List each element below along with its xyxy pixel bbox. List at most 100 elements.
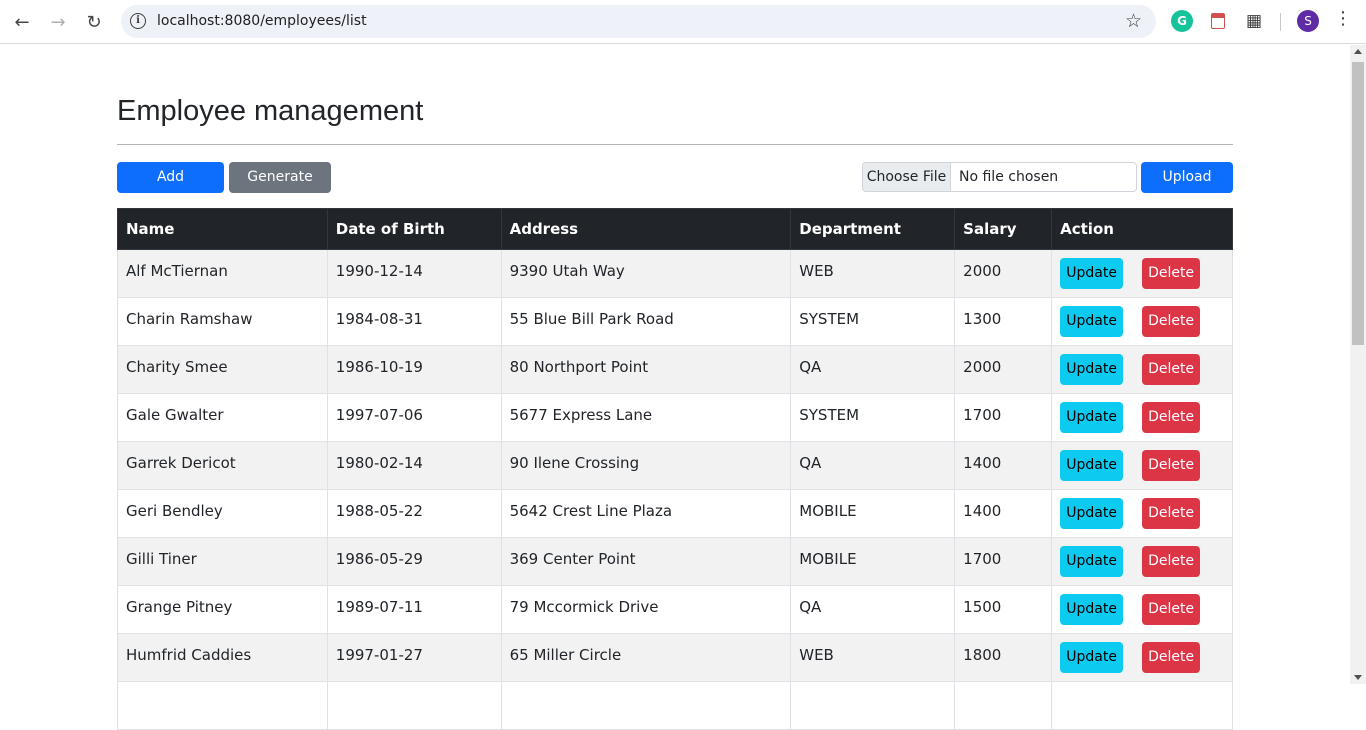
cell-department: MOBILE (790, 489, 956, 538)
extensions-puzzle-icon[interactable]: ▦ (1243, 10, 1265, 32)
bookmark-star-icon[interactable]: ☆ (1125, 10, 1142, 32)
choose-file-button[interactable]: Choose File (863, 163, 951, 191)
table-row: Charity Smee 1986-10-19 80 Northport Point… (117, 345, 1233, 394)
scrollbar-thumb[interactable] (1352, 62, 1364, 345)
delete-button[interactable]: Delete (1142, 306, 1201, 337)
cell-salary: 1700 (954, 393, 1053, 442)
cell-date-of-birth: 1988-05-22 (326, 489, 502, 538)
pdf-extension-icon[interactable] (1207, 10, 1229, 32)
cell-name: Alf McTiernan (117, 249, 328, 298)
table-row: Humfrid Caddies 1997-01-27 65 Miller Circl… (117, 633, 1233, 682)
scroll-down-arrow-icon[interactable] (1354, 675, 1362, 680)
delete-button[interactable]: Delete (1142, 498, 1201, 529)
cell-address: 90 Ilene Crossing (500, 441, 792, 490)
cell-date-of-birth: 1997-01-27 (326, 633, 502, 682)
cell-name: Garrek Dericot (117, 441, 328, 490)
upload-csv-button[interactable]: Upload CSV (1141, 162, 1233, 216)
cell-address: 55 Blue Bill Park Road (500, 297, 792, 346)
header-salary: Salary (954, 208, 1053, 250)
cell-department: WEB (790, 249, 956, 298)
update-button[interactable]: Update (1060, 402, 1124, 433)
cell-actions: Update Delete (1051, 441, 1233, 490)
address-bar[interactable]: i localhost:8080/employees/list ☆ (121, 5, 1156, 38)
cell-date-of-birth (326, 681, 502, 730)
cell-name: Gilli Tiner (117, 537, 328, 586)
table-row: Grange Pitney 1989-07-11 79 Mccormick Driv… (117, 585, 1233, 634)
cell-name: Charin Ramshaw (117, 297, 328, 346)
header-department: Department (790, 208, 956, 250)
cell-actions: Update Delete (1051, 249, 1233, 298)
csv-file-input[interactable]: Choose File No file chosen (862, 162, 1137, 192)
update-button[interactable]: Update (1060, 306, 1124, 337)
cell-department: SYSTEM (790, 393, 956, 442)
generate-pdf-button[interactable]: Generate PDF (229, 162, 331, 216)
update-button[interactable]: Update (1060, 354, 1124, 385)
cell-department: MOBILE (790, 537, 956, 586)
cell-date-of-birth: 1997-07-06 (326, 393, 502, 442)
update-button[interactable]: Update (1060, 594, 1124, 625)
delete-button[interactable]: Delete (1142, 594, 1201, 625)
cell-salary: 1400 (954, 489, 1053, 538)
delete-button[interactable]: Delete (1142, 354, 1201, 385)
delete-button[interactable]: Delete (1142, 258, 1201, 289)
back-icon[interactable]: ← (7, 7, 37, 37)
cell-date-of-birth: 1990-12-14 (326, 249, 502, 298)
cell-name: Gale Gwalter (117, 393, 328, 442)
forward-icon[interactable]: → (43, 7, 73, 37)
delete-button[interactable]: Delete (1142, 546, 1201, 577)
cell-salary: 2000 (954, 249, 1053, 298)
profile-avatar[interactable]: S (1297, 10, 1319, 32)
update-button[interactable]: Update (1060, 450, 1124, 481)
cell-salary: 1500 (954, 585, 1053, 634)
header-action: Action (1051, 208, 1233, 250)
site-info-icon[interactable]: i (130, 13, 146, 29)
cell-department: QA (790, 441, 956, 490)
cell-name (117, 681, 328, 730)
cell-salary (954, 681, 1053, 730)
grammarly-extension-icon[interactable]: G (1171, 10, 1193, 32)
table-row: Garrek Dericot 1980-02-14 90 Ilene Crossin… (117, 441, 1233, 490)
cell-address (500, 681, 792, 730)
cell-actions: Update Delete (1051, 489, 1233, 538)
table-row: Gale Gwalter 1997-07-06 5677 Express Lane S… (117, 393, 1233, 442)
add-employee-button[interactable]: Add Employee (117, 162, 224, 216)
delete-button[interactable]: Delete (1142, 450, 1201, 481)
header-date-of-birth: Date of Birth (326, 208, 502, 250)
reload-icon[interactable]: ↻ (79, 7, 109, 37)
action-toolbar: Add Employee Generate PDF Choose File No… (117, 161, 1233, 216)
update-button[interactable]: Update (1060, 546, 1124, 577)
table-row: Geri Bendley 1988-05-22 5642 Crest Line Pl… (117, 489, 1233, 538)
cell-department: QA (790, 345, 956, 394)
browser-toolbar: ← → ↻ i localhost:8080/employees/list ☆ … (0, 0, 1366, 44)
cell-address: 79 Mccormick Drive (500, 585, 792, 634)
page-title: Employee management (117, 95, 424, 127)
browser-menu-icon[interactable]: ⋮ (1333, 8, 1353, 29)
cell-address: 5677 Express Lane (500, 393, 792, 442)
cell-actions: Update Delete (1051, 585, 1233, 634)
cell-department: QA (790, 585, 956, 634)
cell-address: 9390 Utah Way (500, 249, 792, 298)
cell-address: 65 Miller Circle (500, 633, 792, 682)
table-row: Charin Ramshaw 1984-08-31 55 Blue Bill Par… (117, 297, 1233, 346)
scroll-up-arrow-icon[interactable] (1354, 49, 1362, 54)
cell-address: 369 Center Point (500, 537, 792, 586)
cell-department (790, 681, 956, 730)
cell-address: 5642 Crest Line Plaza (500, 489, 792, 538)
cell-date-of-birth: 1986-10-19 (326, 345, 502, 394)
page-scrollbar[interactable] (1350, 45, 1366, 684)
table-row (117, 681, 1233, 730)
cell-name: Geri Bendley (117, 489, 328, 538)
employee-table: Name Date of Birth Address Department Sa… (117, 208, 1233, 730)
delete-button[interactable]: Delete (1142, 642, 1201, 673)
delete-button[interactable]: Delete (1142, 402, 1201, 433)
toolbar-separator (1280, 13, 1281, 31)
cell-name: Grange Pitney (117, 585, 328, 634)
update-button[interactable]: Update (1060, 258, 1124, 289)
title-divider (117, 144, 1233, 145)
update-button[interactable]: Update (1060, 498, 1124, 529)
update-button[interactable]: Update (1060, 642, 1124, 673)
cell-actions: Update Delete (1051, 537, 1233, 586)
cell-actions (1051, 681, 1233, 730)
url-text[interactable]: localhost:8080/employees/list (157, 13, 367, 29)
cell-name: Humfrid Caddies (117, 633, 328, 682)
